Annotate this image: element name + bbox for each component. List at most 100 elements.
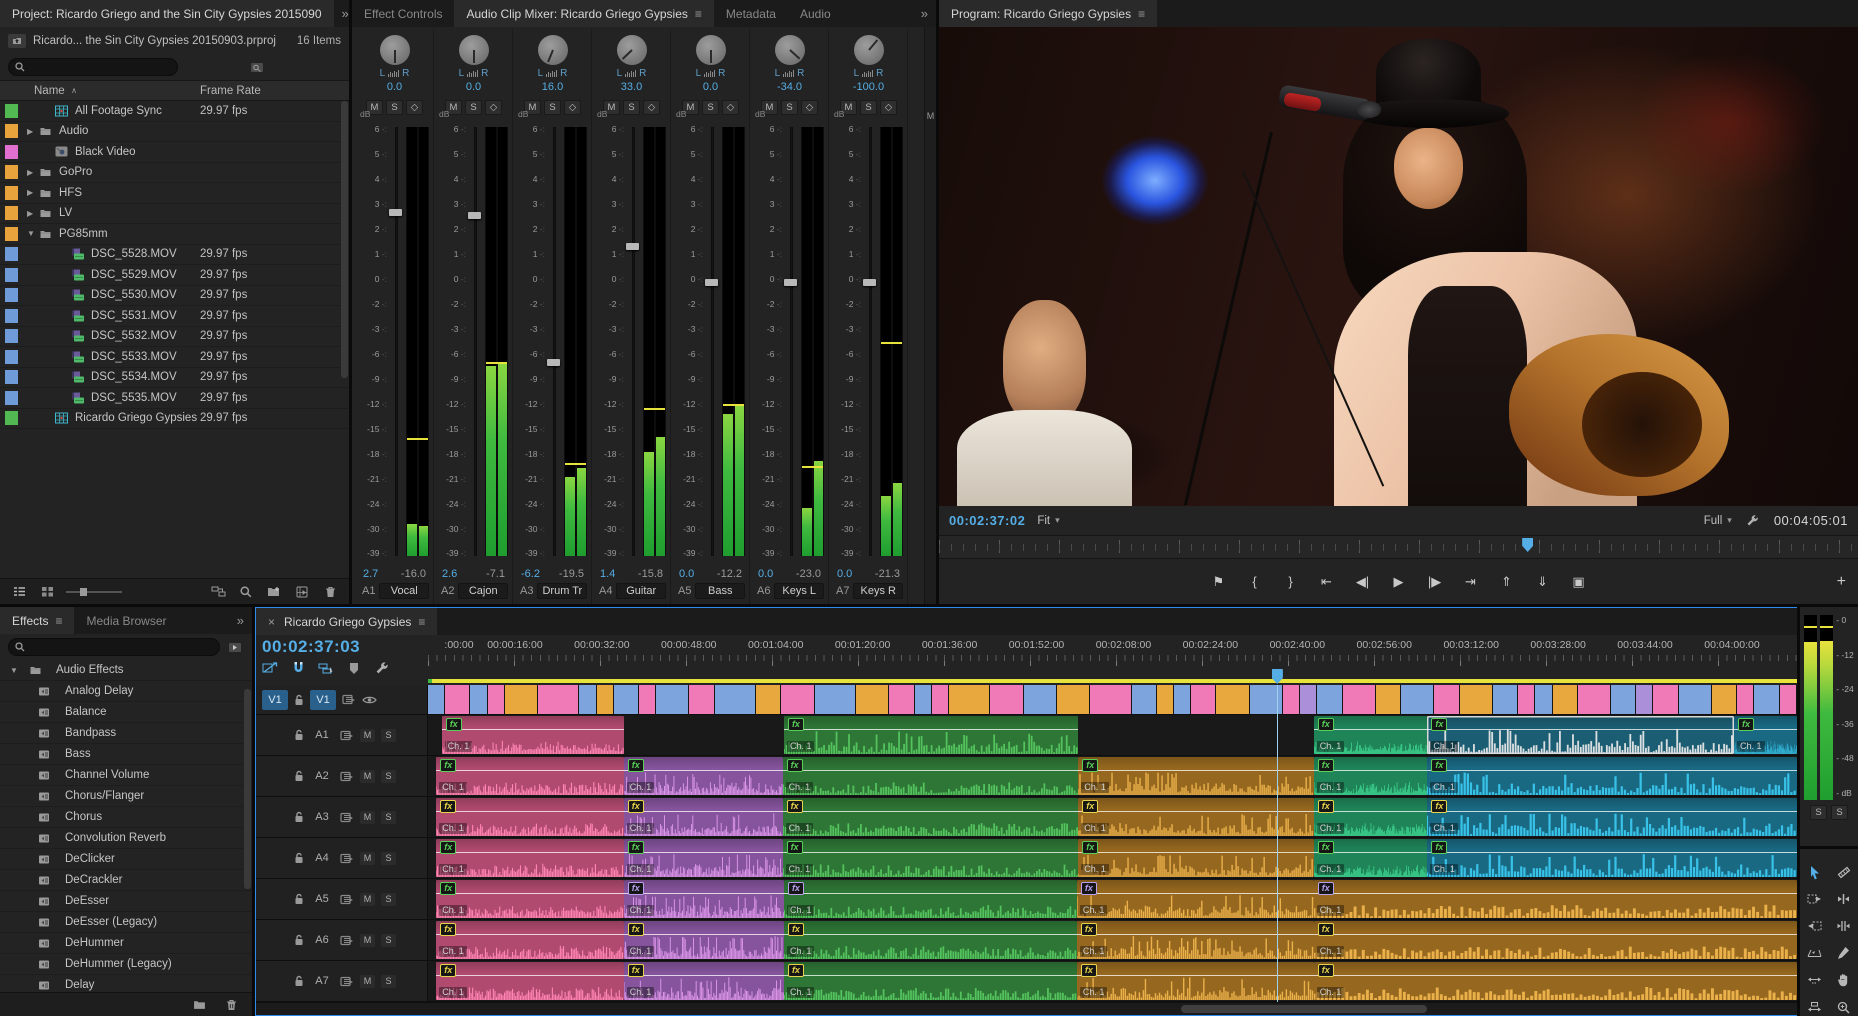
add-marker-button[interactable]: ⚑ xyxy=(1204,570,1234,594)
effects-scrollbar[interactable] xyxy=(244,689,251,889)
video-clip[interactable] xyxy=(488,685,505,714)
video-clip[interactable] xyxy=(689,685,714,714)
keyframe-button[interactable]: ◇ xyxy=(406,100,423,115)
effects-item-row[interactable]: DeHummer (Legacy) xyxy=(0,954,252,975)
track-name-field[interactable]: Bass xyxy=(695,583,745,599)
audio-clip[interactable]: fxCh. 1 xyxy=(1734,716,1797,754)
audio-clip[interactable]: fxCh. 1 xyxy=(1314,839,1428,877)
fader-level-value[interactable]: 1.4 xyxy=(600,568,615,580)
audio-clip[interactable]: fxCh. 1 xyxy=(784,880,1077,918)
item-name-label[interactable]: Black Video xyxy=(75,146,136,158)
program-scrubber[interactable] xyxy=(939,535,1858,559)
project-item-row[interactable]: DSC_5535.MOV29.97 fps xyxy=(0,388,349,409)
video-clip[interactable] xyxy=(949,685,990,714)
project-item-row[interactable]: ▶GoPro xyxy=(0,163,349,184)
settings-wrench-icon[interactable] xyxy=(1744,513,1762,529)
audio-clip[interactable]: fxCh. 1 xyxy=(624,880,784,918)
timeline-timecode[interactable]: 00:02:37:03 xyxy=(262,637,422,657)
pan-value[interactable]: 16.0 xyxy=(542,81,563,93)
sort-ascending-icon[interactable]: ∧ xyxy=(71,86,77,95)
effect-name-label[interactable]: DeClicker xyxy=(65,853,115,865)
solo-button[interactable]: S xyxy=(381,852,396,865)
effect-name-label[interactable]: DeEsser (Legacy) xyxy=(65,916,157,928)
audio-clip[interactable]: fxCh. 1 xyxy=(1314,880,1797,918)
label-color-chip[interactable] xyxy=(5,268,18,282)
panel-menu-icon[interactable]: ≡ xyxy=(695,7,702,21)
item-name-label[interactable]: DSC_5529.MOV xyxy=(91,269,177,281)
fader-level-value[interactable]: 2.7 xyxy=(363,568,378,580)
new-item-button[interactable] xyxy=(293,584,311,600)
video-clip[interactable] xyxy=(1653,685,1678,714)
master-strip-sliver[interactable]: M xyxy=(924,27,936,604)
sync-lock-icon[interactable] xyxy=(340,935,354,946)
slide-tool[interactable] xyxy=(1805,998,1825,1016)
icon-view-button[interactable] xyxy=(38,584,56,600)
track-name-field[interactable]: Guitar xyxy=(616,583,666,599)
audio-track-lane[interactable]: fxCh. 1fxCh. 1fxCh. 1fxCh. 1fxCh. 1 xyxy=(428,920,1797,960)
video-clip[interactable] xyxy=(1611,685,1636,714)
volume-fader[interactable] xyxy=(388,123,404,566)
volume-fader[interactable] xyxy=(862,123,878,566)
bin-path-label[interactable]: Ricardo... the Sin City Gypsies 20150903… xyxy=(33,35,276,47)
item-name-label[interactable]: HFS xyxy=(59,187,82,199)
new-bin-button[interactable] xyxy=(265,584,283,600)
video-clip[interactable] xyxy=(505,685,538,714)
effect-name-label[interactable]: Channel Volume xyxy=(65,769,149,781)
effects-item-row[interactable]: DeEsser (Legacy) xyxy=(0,912,252,933)
label-color-chip[interactable] xyxy=(5,411,18,425)
project-item-row[interactable]: Ricardo Griego Gypsies29.97 fps xyxy=(0,409,349,430)
track-select-forward-tool[interactable] xyxy=(1805,890,1825,908)
panel-menu-icon[interactable]: ≡ xyxy=(1138,7,1145,21)
track-name-field[interactable]: Drum Tr xyxy=(537,583,587,599)
audio-clip[interactable]: fxCh. 1 xyxy=(783,839,1079,877)
play-stop-button[interactable]: ▶ xyxy=(1384,570,1414,594)
label-color-chip[interactable] xyxy=(5,186,18,200)
effect-name-label[interactable]: Bass xyxy=(65,748,91,760)
item-name-label[interactable]: PG85mm xyxy=(59,228,108,240)
volume-fader[interactable] xyxy=(783,123,799,566)
fader-level-value[interactable]: -6.2 xyxy=(521,568,540,580)
effect-name-label[interactable]: Delay xyxy=(65,979,94,991)
selection-tool[interactable] xyxy=(1805,863,1825,881)
pan-knob[interactable] xyxy=(696,35,726,65)
audio-clip[interactable]: fxCh. 1 xyxy=(1314,716,1428,754)
track-lock-icon[interactable] xyxy=(294,852,304,864)
effects-search-input[interactable] xyxy=(30,641,213,653)
go-to-out-button[interactable]: ⇥ xyxy=(1456,570,1486,594)
sync-lock-icon[interactable] xyxy=(340,812,354,823)
solo-button[interactable]: S xyxy=(381,729,396,742)
track-select-backward-tool[interactable] xyxy=(1805,917,1825,935)
track-lock-icon[interactable] xyxy=(294,975,304,987)
effect-name-label[interactable]: Bandpass xyxy=(65,727,116,739)
fader-handle[interactable] xyxy=(389,209,402,216)
item-name-label[interactable]: DSC_5535.MOV xyxy=(91,392,177,404)
video-clip[interactable] xyxy=(915,685,932,714)
video-clip[interactable] xyxy=(1780,685,1797,714)
playback-resolution-dropdown[interactable]: Full▾ xyxy=(1704,515,1732,527)
timeline-playhead[interactable] xyxy=(1277,685,1278,1002)
effect-name-label[interactable]: Chorus/Flanger xyxy=(65,790,144,802)
slip-tool[interactable] xyxy=(1805,971,1825,989)
label-color-chip[interactable] xyxy=(5,104,18,118)
video-clip[interactable] xyxy=(1460,685,1493,714)
audio-clip[interactable]: fxCh. 1 xyxy=(783,798,1079,836)
fit-dropdown[interactable]: Fit▾ xyxy=(1037,515,1059,527)
audio-clip[interactable]: fxCh. 1 xyxy=(1078,839,1313,877)
export-frame-button[interactable]: ▣ xyxy=(1564,570,1594,594)
solo-button[interactable]: S xyxy=(386,100,403,115)
panel-overflow-icon[interactable]: » xyxy=(229,607,252,634)
audio-clip[interactable]: fxCh. 1 xyxy=(436,798,624,836)
item-name-label[interactable]: GoPro xyxy=(59,166,92,178)
mute-button[interactable]: M xyxy=(360,729,375,742)
twirl-closed-icon[interactable]: ▶ xyxy=(27,188,37,197)
video-clip[interactable] xyxy=(1317,685,1342,714)
label-color-chip[interactable] xyxy=(5,206,18,220)
automate-to-sequence-button[interactable] xyxy=(209,584,227,600)
video-clip[interactable] xyxy=(1636,685,1653,714)
keyframe-button[interactable]: ◇ xyxy=(880,100,897,115)
item-name-label[interactable]: DSC_5531.MOV xyxy=(91,310,177,322)
mute-button[interactable]: M xyxy=(360,811,375,824)
effects-item-row[interactable]: DeEsser xyxy=(0,891,252,912)
audio-clip[interactable]: fxCh. 1 xyxy=(436,921,624,959)
audio-track-lane[interactable]: fxCh. 1fxCh. 1fxCh. 1fxCh. 1fxCh. 1fxCh.… xyxy=(428,797,1797,837)
